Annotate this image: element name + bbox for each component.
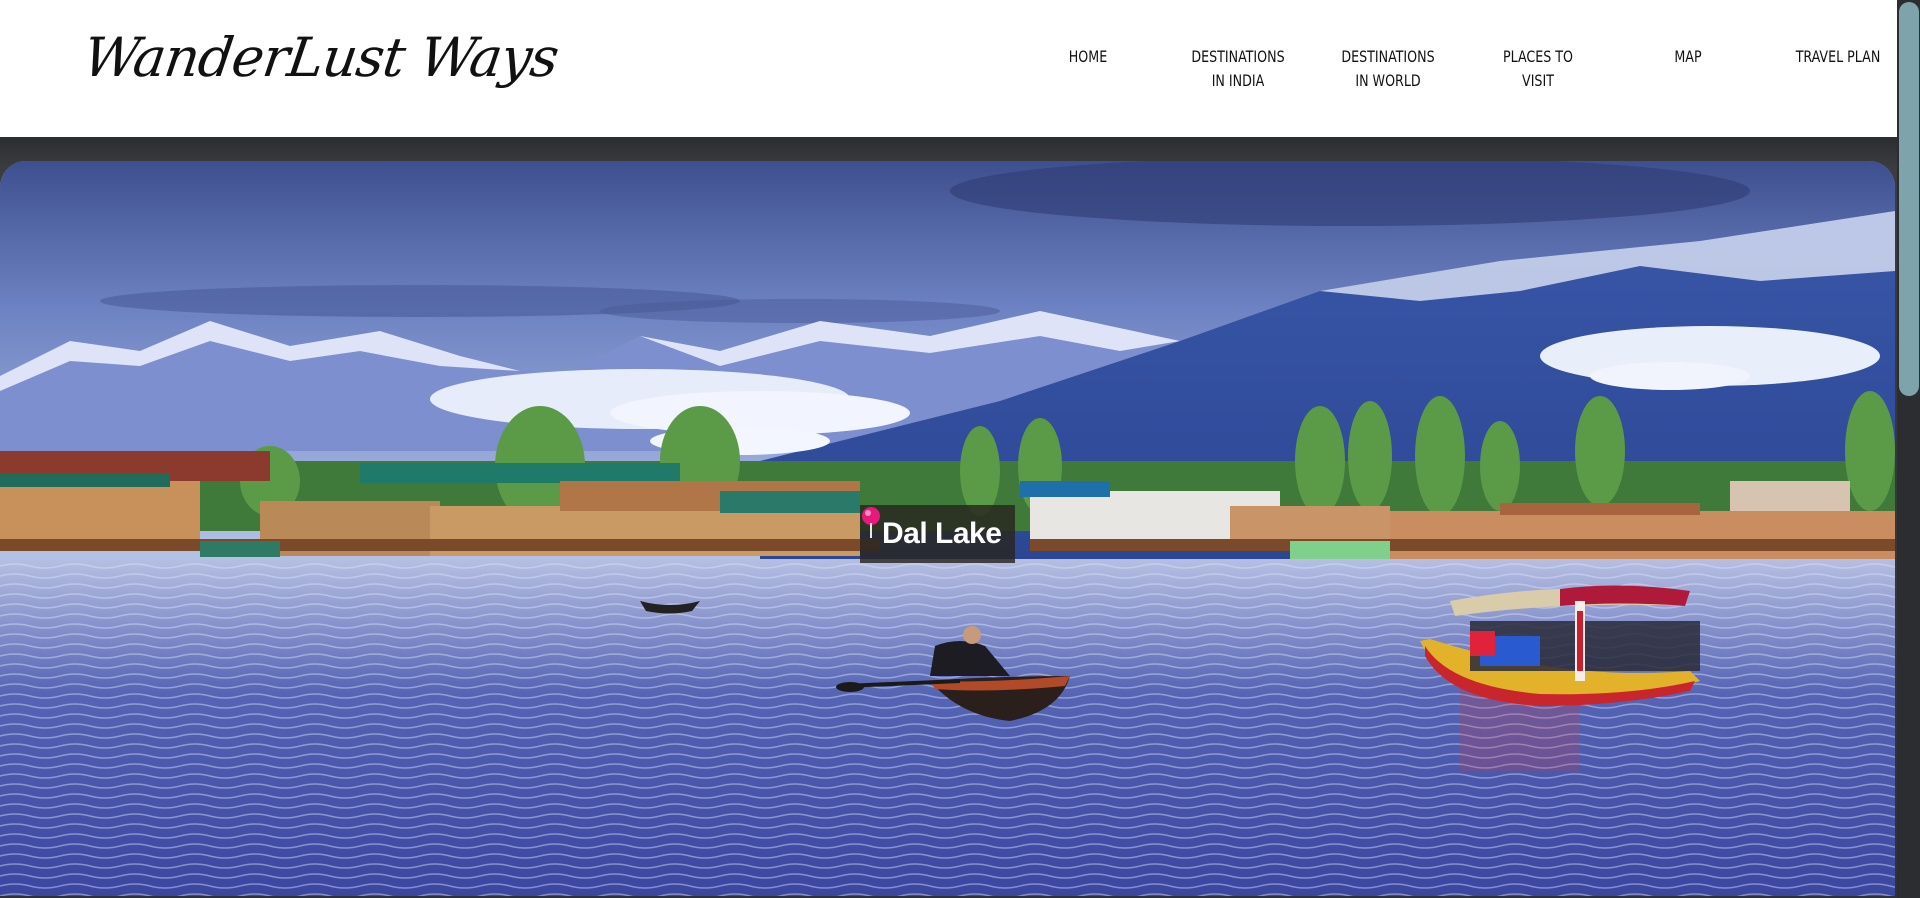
site-header: WanderLust Ways HOME DESTINATIONS IN IND… (0, 0, 1897, 137)
nav-item-destinations-india[interactable]: DESTINATIONS IN INDIA (1172, 45, 1304, 93)
nav-item-places-to-visit[interactable]: PLACES TO VISIT (1472, 45, 1604, 93)
main-nav: HOME DESTINATIONS IN INDIA DESTINATIONS … (1013, 45, 1913, 93)
hero-caption: Dal Lake (860, 505, 1016, 563)
hero-caption-label: Dal Lake (882, 517, 1002, 550)
site-logo[interactable]: WanderLust Ways (80, 26, 562, 89)
map-pin-icon (862, 507, 880, 538)
nav-item-home[interactable]: HOME (1022, 45, 1154, 93)
scrollbar-thumb[interactable] (1899, 2, 1919, 396)
nav-item-destinations-world[interactable]: DESTINATIONS IN WORLD (1322, 45, 1454, 93)
hero-slide: Dal Lake (0, 161, 1895, 896)
nav-item-travel-plan[interactable]: TRAVEL PLAN (1772, 45, 1904, 93)
nav-item-map[interactable]: MAP (1622, 45, 1754, 93)
